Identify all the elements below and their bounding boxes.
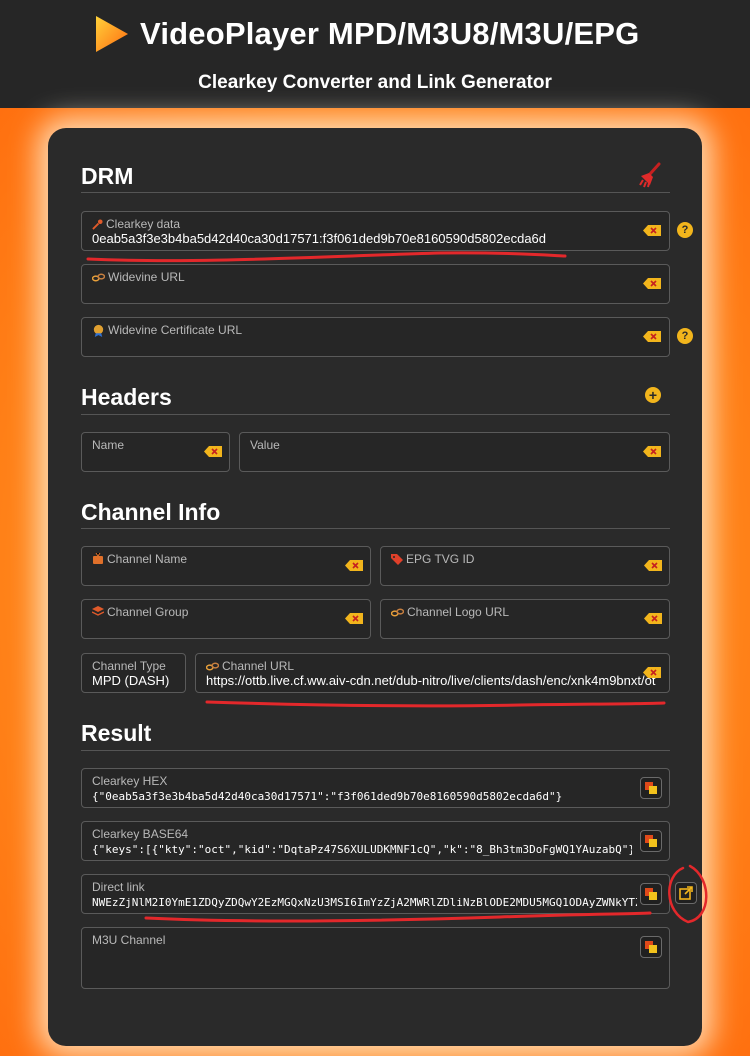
tv-icon [93, 553, 103, 564]
header-name-label: Name [92, 438, 125, 452]
copy-icon [645, 888, 657, 900]
channel-type-value[interactable]: MPD (DASH) [92, 673, 169, 688]
key-icon [92, 219, 103, 230]
clear-icon[interactable] [644, 613, 662, 624]
epg-tvg-id-label: EPG TVG ID [406, 552, 475, 566]
certificate-icon [93, 324, 104, 337]
clearkey-data-label: Clearkey data [106, 217, 181, 231]
channel-logo-url-field[interactable]: Channel Logo URL [380, 599, 670, 639]
clear-icon[interactable] [644, 560, 662, 571]
open-external-button[interactable] [675, 882, 697, 904]
copy-icon [645, 941, 657, 953]
tag-icon [391, 554, 403, 565]
section-title-drm: DRM [81, 163, 134, 189]
broom-icon[interactable] [637, 162, 663, 188]
clearkey-data-value[interactable]: 0eab5a3f3e3b4ba5d42d40ca30d17571:f3f061d… [92, 231, 632, 246]
channel-url-value[interactable]: https://ottb.live.cf.ww.aiv-cdn.net/dub-… [206, 673, 669, 688]
clearkey-hex-output: Clearkey HEX {"0eab5a3f3e3b4ba5d42d40ca3… [81, 768, 670, 808]
widevine-url-label: Widevine URL [108, 270, 185, 284]
clear-icon[interactable] [643, 278, 661, 289]
channel-logo-url-label: Channel Logo URL [407, 605, 510, 619]
channel-type-label: Channel Type [92, 659, 166, 673]
link-icon [206, 662, 219, 671]
clearkey-base64-output: Clearkey BASE64 {"keys":[{"kty":"oct","k… [81, 821, 670, 861]
section-title-channel-info: Channel Info [81, 499, 221, 525]
clear-icon[interactable] [643, 446, 661, 457]
clearkey-hex-label: Clearkey HEX [92, 774, 168, 788]
play-logo-icon [96, 16, 128, 52]
clear-icon[interactable] [643, 331, 661, 342]
section-title-headers: Headers [81, 384, 172, 410]
clear-icon[interactable] [345, 613, 363, 624]
clearkey-base64-value: {"keys":[{"kty":"oct","kid":"DqtaPz47S6X… [92, 843, 632, 856]
divider [81, 414, 670, 415]
clear-icon[interactable] [643, 225, 661, 236]
channel-name-label: Channel Name [107, 552, 188, 566]
direct-link-label: Direct link [92, 880, 145, 894]
channel-url-field[interactable]: Channel URL https://ottb.live.cf.ww.aiv-… [195, 653, 670, 693]
layers-icon [92, 606, 104, 616]
clear-icon[interactable] [643, 667, 661, 678]
clearkey-hex-value: {"0eab5a3f3e3b4ba5d42d40ca30d17571":"f3f… [92, 790, 563, 803]
help-icon[interactable]: ? [677, 328, 693, 344]
divider [81, 192, 670, 193]
m3u-channel-output: M3U Channel [81, 927, 670, 989]
widevine-url-field[interactable]: Widevine URL [81, 264, 670, 304]
m3u-channel-label: M3U Channel [92, 933, 166, 947]
app-title: VideoPlayer MPD/M3U8/M3U/EPG [140, 16, 640, 51]
epg-tvg-id-field[interactable]: EPG TVG ID [380, 546, 670, 586]
widevine-certificate-label: Widevine Certificate URL [108, 323, 243, 337]
channel-url-label: Channel URL [222, 659, 295, 673]
copy-icon [645, 782, 657, 794]
add-icon[interactable]: + [645, 387, 661, 403]
copy-button[interactable] [640, 777, 662, 799]
section-title-result: Result [81, 720, 152, 746]
channel-group-label: Channel Group [107, 605, 189, 619]
clearkey-base64-label: Clearkey BASE64 [92, 827, 189, 841]
clear-icon[interactable] [345, 560, 363, 571]
app-subtitle: Clearkey Converter and Link Generator [198, 72, 552, 93]
widevine-certificate-field[interactable]: Widevine Certificate URL [81, 317, 670, 357]
divider [81, 750, 670, 751]
divider [81, 528, 670, 529]
app-header: VideoPlayer MPD/M3U8/M3U/EPG Clearkey Co… [0, 0, 750, 109]
header-name-field[interactable]: Name [81, 432, 230, 472]
link-icon [92, 273, 105, 282]
copy-button[interactable] [640, 883, 662, 905]
channel-group-field[interactable]: Channel Group [81, 599, 371, 639]
header-value-field[interactable]: Value [239, 432, 670, 472]
open-external-icon [679, 886, 693, 900]
direct-link-value: NWEzZjNlM2I0YmE1ZDQyZDQwY2EzMGQxNzU3MSI6… [92, 896, 637, 909]
copy-button[interactable] [640, 830, 662, 852]
channel-name-field[interactable]: Channel Name [81, 546, 371, 586]
channel-type-select[interactable]: Channel Type MPD (DASH) [81, 653, 186, 693]
clear-icon[interactable] [204, 446, 222, 457]
copy-button[interactable] [640, 936, 662, 958]
clearkey-data-field[interactable]: Clearkey data 0eab5a3f3e3b4ba5d42d40ca30… [81, 211, 670, 251]
direct-link-output: Direct link NWEzZjNlM2I0YmE1ZDQyZDQwY2Ez… [81, 874, 670, 914]
copy-icon [645, 835, 657, 847]
help-icon[interactable]: ? [677, 222, 693, 238]
link-icon [391, 608, 404, 617]
header-value-label: Value [250, 438, 280, 452]
